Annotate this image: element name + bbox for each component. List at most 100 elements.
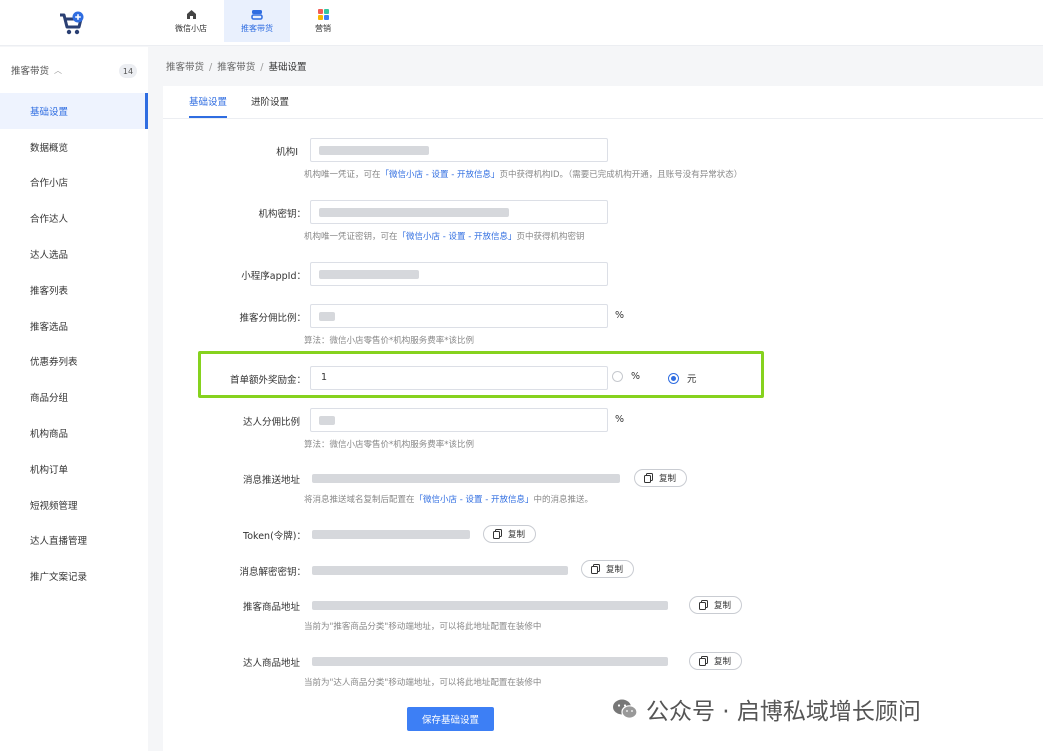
copy-label: 复制	[606, 565, 624, 575]
cart-logo-icon	[58, 10, 86, 38]
copy-label: 复制	[714, 601, 732, 611]
copy-influencer-goods-url-button[interactable]: 复制	[689, 652, 743, 670]
sidebar-item-label: 商品分组	[30, 393, 69, 405]
breadcrumb-item[interactable]: 推客带货	[217, 62, 255, 73]
nav-weixin-shop[interactable]: 微信小店	[158, 0, 224, 42]
msg-push-url-label: 消息推送地址	[242, 475, 300, 486]
sidebar-item-label: 数据概览	[30, 142, 69, 154]
sidebar-item-promoter-selection[interactable]: 推客选品	[0, 308, 148, 344]
sidebar-item-basic-settings[interactable]: 基础设置	[0, 93, 148, 129]
influencer-goods-url-value	[312, 657, 668, 666]
sidebar-item-partner-shops[interactable]: 合作小店	[0, 165, 148, 201]
appid-label: 小程序appId：	[241, 271, 306, 282]
influencer-ratio-label: 达人分佣比例	[242, 417, 300, 428]
influencer-ratio-help: 算法：微信小店零售价*机构服务费率*该比例	[304, 440, 475, 450]
sidebar-item-label: 达人选品	[30, 250, 69, 262]
chevron-up-icon: ︿	[54, 65, 63, 75]
sidebar-item-label: 合作小店	[30, 178, 69, 190]
copy-msg-decrypt-key-button[interactable]: 复制	[581, 560, 635, 578]
radio-label: 元	[687, 374, 697, 385]
influencer-ratio-field[interactable]	[310, 408, 608, 432]
msg-decrypt-key-label: 消息解密密钥：	[239, 567, 306, 578]
nav-promoter-sales[interactable]: 推客带货	[224, 0, 290, 42]
copy-promoter-goods-url-button[interactable]: 复制	[689, 596, 743, 614]
copy-icon	[644, 473, 653, 483]
sidebar-item-coupon-list[interactable]: 优惠券列表	[0, 344, 148, 380]
org-secret-field[interactable]	[310, 200, 608, 224]
token-label: Token(令牌)：	[243, 531, 306, 542]
home-icon	[186, 9, 196, 19]
copy-icon	[699, 600, 708, 610]
apps-icon	[317, 8, 329, 20]
msg-push-url-help: 将消息推送域名复制后配置在「微信小店 - 设置 - 开放信息」中的消息推送。	[304, 495, 593, 505]
copy-icon	[591, 564, 600, 574]
token-value	[312, 530, 470, 539]
tab-advanced-settings[interactable]: 进阶设置	[251, 86, 289, 118]
msg-decrypt-key-value	[312, 566, 568, 575]
sidebar-item-org-products[interactable]: 机构商品	[0, 415, 148, 451]
promoter-ratio-label: 推客分佣比例：	[239, 313, 306, 324]
sidebar-item-short-video[interactable]: 短视频管理	[0, 487, 148, 523]
open-info-link[interactable]: 「微信小店 - 设置 - 开放信息」	[415, 495, 534, 505]
top-bar: 微信小店 推客带货 营销	[0, 0, 1043, 46]
watermark-text: 公众号 · 启博私域增长顾问	[646, 699, 921, 725]
sidebar-item-label: 短视频管理	[30, 500, 78, 512]
sidebar-item-label: 推客选品	[30, 321, 69, 333]
tab-basic-settings[interactable]: 基础设置	[189, 86, 228, 118]
open-info-link[interactable]: 「微信小店 - 设置 - 开放信息」	[398, 232, 517, 242]
appid-field[interactable]	[310, 262, 608, 286]
first-order-bonus-input[interactable]: 1	[310, 366, 608, 390]
sidebar-item-label: 机构商品	[30, 429, 69, 441]
sidebar-item-label: 推广文案记录	[30, 572, 88, 584]
copy-label: 复制	[714, 657, 732, 667]
sidebar-item-live-management[interactable]: 达人直播管理	[0, 523, 148, 559]
sidebar-item-influencer-selection[interactable]: 达人选品	[0, 236, 148, 272]
nav-marketing[interactable]: 营销	[290, 0, 356, 42]
layers-icon	[251, 9, 263, 20]
promoter-goods-url-value	[312, 601, 668, 610]
sidebar-item-promoter-list[interactable]: 推客列表	[0, 272, 148, 308]
bonus-unit-yuan-radio[interactable]: 元	[668, 371, 697, 385]
breadcrumb: 推客带货 / 推客带货 / 基础设置	[166, 62, 307, 73]
copy-token-button[interactable]: 复制	[483, 525, 537, 543]
org-secret-help: 机构唯一凭证密钥，可在「微信小店 - 设置 - 开放信息」页中获得机构密钥	[304, 232, 585, 242]
breadcrumb-item[interactable]: 推客带货	[166, 62, 204, 73]
sidebar-group-promoter-sales[interactable]: 推客带货 ︿ 14	[0, 47, 148, 93]
sidebar-item-label: 合作达人	[30, 214, 69, 226]
sidebar-item-label: 推客列表	[30, 285, 69, 297]
promoter-ratio-field[interactable]	[310, 304, 608, 328]
copy-icon	[493, 529, 502, 539]
sidebar: 推客带货 ︿ 14 基础设置 数据概览 合作小店 合作达人 达人选品 推客列表 …	[0, 47, 148, 751]
sidebar-count-badge: 14	[119, 64, 137, 78]
org-id-help: 机构唯一凭证，可在「微信小店 - 设置 - 开放信息」页中获得机构ID。（需要已…	[304, 170, 743, 180]
nav-label: 营销	[315, 23, 331, 33]
org-id-field[interactable]	[310, 138, 608, 162]
settings-tabs: 基础设置 进阶设置	[189, 86, 313, 118]
sidebar-item-product-groups[interactable]: 商品分组	[0, 379, 148, 415]
sidebar-item-label: 优惠券列表	[30, 357, 78, 369]
nav-label: 微信小店	[175, 23, 207, 33]
first-order-bonus-value: 1	[321, 372, 328, 383]
save-basic-settings-button[interactable]: 保存基础设置	[407, 707, 494, 731]
org-id-label: 机构I	[276, 147, 298, 158]
wechat-icon	[613, 699, 638, 719]
sidebar-item-label: 基础设置	[30, 106, 69, 118]
org-secret-label: 机构密钥：	[258, 209, 306, 220]
copy-label: 复制	[659, 474, 677, 484]
nav-label: 推客带货	[241, 23, 273, 33]
influencer-ratio-unit: %	[615, 414, 625, 425]
radio-circle-selected	[668, 372, 679, 384]
bonus-unit-percent-radio[interactable]: %	[612, 371, 640, 382]
promoter-ratio-help: 算法：微信小店零售价*机构服务费率*该比例	[304, 336, 475, 346]
sidebar-item-label: 机构订单	[30, 464, 69, 476]
sidebar-item-data-overview[interactable]: 数据概览	[0, 129, 148, 165]
sidebar-item-partner-influencers[interactable]: 合作达人	[0, 200, 148, 236]
sidebar-group-label: 推客带货	[11, 66, 50, 77]
open-info-link[interactable]: 「微信小店 - 设置 - 开放信息」	[381, 170, 500, 180]
first-order-bonus-label: 首单额外奖励金：	[229, 375, 306, 386]
influencer-goods-url-help: 当前为"达人商品分类"移动端地址，可以将此地址配置在装修中	[304, 678, 542, 688]
sidebar-item-copy-records[interactable]: 推广文案记录	[0, 558, 148, 594]
copy-msg-push-url-button[interactable]: 复制	[634, 469, 688, 487]
top-nav: 微信小店 推客带货 营销	[158, 0, 356, 46]
sidebar-item-org-orders[interactable]: 机构订单	[0, 451, 148, 487]
